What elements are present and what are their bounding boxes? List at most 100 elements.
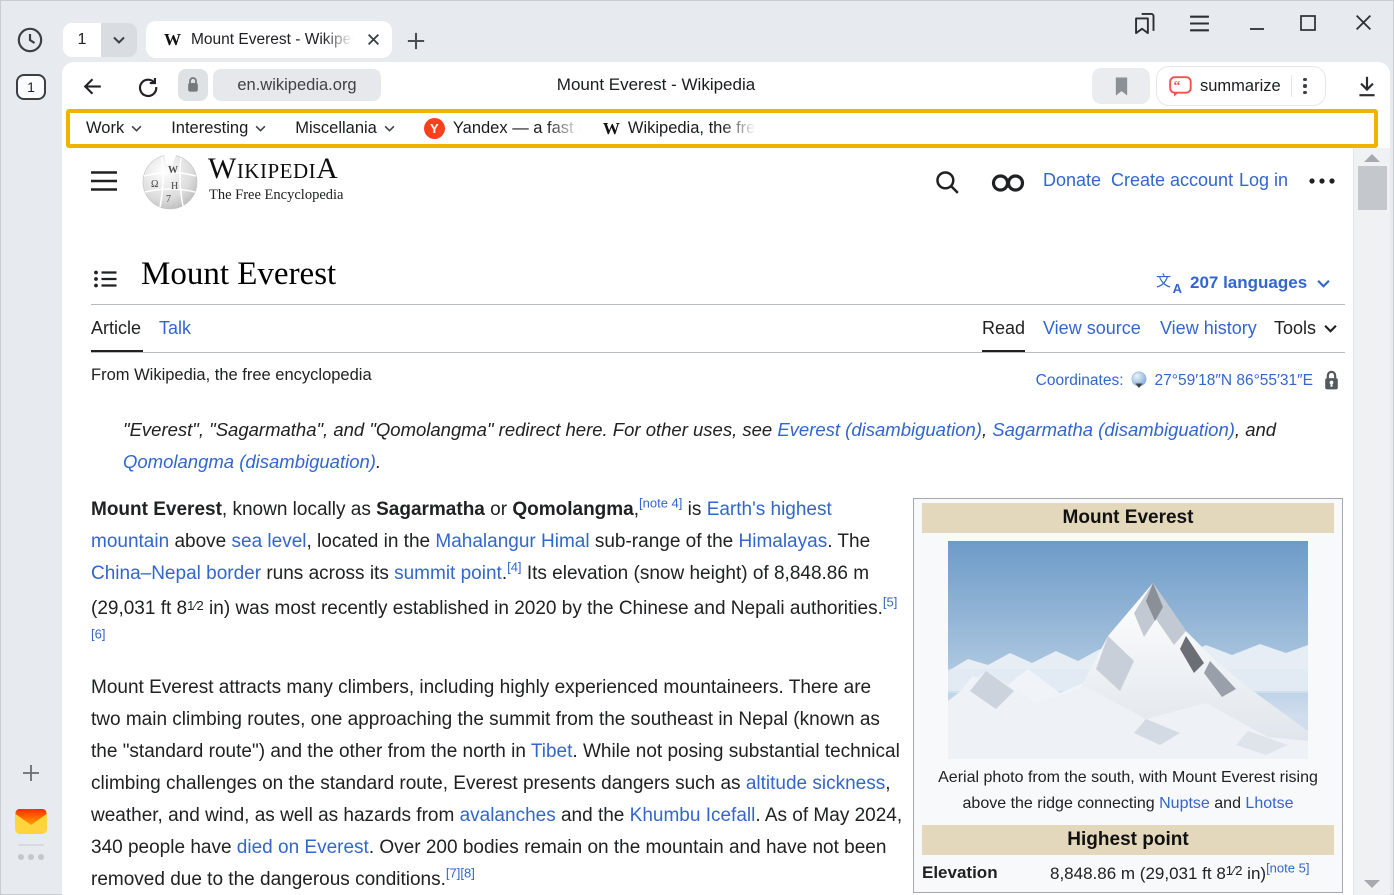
page-title: Mount Everest [141, 256, 336, 293]
inline-link[interactable]: sea level [232, 531, 307, 552]
site-security-lock-icon[interactable] [178, 69, 208, 101]
bookmarks-folder-miscellania[interactable]: Miscellania [295, 119, 395, 138]
coordinates-label[interactable]: Coordinates: [1036, 372, 1124, 390]
inline-link[interactable]: Sagarmatha (disambiguation) [992, 419, 1235, 440]
bookmark-page-button[interactable] [1092, 68, 1150, 104]
inline-link[interactable]: Lhotse [1245, 795, 1293, 812]
wikipedia-favicon: W [164, 30, 181, 50]
inline-link[interactable]: Nuptse [1159, 795, 1210, 812]
contents-icon[interactable] [93, 269, 117, 289]
sidebar-more-icon[interactable] [16, 854, 46, 860]
scrollbar-thumb[interactable] [1358, 166, 1387, 210]
bookmark-wikipedia[interactable]: W Wikipedia, the free [603, 119, 756, 139]
title-divider [91, 304, 1345, 305]
browser-tab[interactable]: W Mount Everest - Wikipedia [146, 21, 392, 58]
inline-link[interactable]: Mahalangur Himal [435, 531, 589, 552]
tools-label: Tools [1274, 318, 1316, 339]
reload-icon[interactable] [134, 73, 160, 99]
wikipedia-wordmark[interactable]: WikipediA [208, 152, 338, 186]
page-protection-lock-icon[interactable] [1323, 370, 1340, 391]
user-menu-ellipsis-icon[interactable] [1308, 177, 1338, 185]
create-account-link[interactable]: Create account [1111, 170, 1233, 191]
wikipedia-globe-logo[interactable]: W Ω H 7 [140, 151, 200, 211]
new-tab-button[interactable] [403, 28, 429, 54]
reference-link[interactable]: [note 4] [639, 496, 682, 511]
languages-selector[interactable]: 文A 207 languages [1156, 272, 1330, 294]
bookmarks-folder-interesting[interactable]: Interesting [171, 119, 266, 138]
inline-link[interactable]: Everest (disambiguation) [777, 419, 982, 440]
bookmarks-folder-work[interactable]: Work [86, 119, 142, 138]
tab-group-control[interactable]: 1 [63, 23, 137, 57]
infobox-title: Mount Everest [922, 503, 1334, 533]
tab-tools[interactable]: Tools [1274, 318, 1337, 339]
text-segment: , and [1235, 419, 1276, 440]
tab-view-source[interactable]: View source [1043, 318, 1141, 339]
back-icon[interactable] [80, 74, 105, 99]
text-segment: sub-range of the [590, 531, 739, 552]
bookmark-label: Wikipedia, the free [628, 119, 756, 138]
tab-view-history[interactable]: View history [1160, 318, 1257, 339]
infobox-section-highest-point: Highest point [922, 825, 1334, 855]
sidebar-tab-counter[interactable]: 1 [16, 74, 46, 100]
tab-group-chevron[interactable] [101, 23, 137, 57]
globe-icon[interactable] [1130, 371, 1149, 390]
bookmark-yandex[interactable]: Y Yandex — a fast In [424, 118, 581, 139]
infobox: Mount Everest [913, 498, 1343, 893]
bookmark-flag-icon [1113, 76, 1130, 97]
svg-text:H: H [171, 181, 178, 192]
search-icon[interactable] [934, 169, 960, 195]
inline-link[interactable]: avalanches [460, 805, 556, 826]
side-panels-icon[interactable] [1131, 10, 1158, 37]
donate-link[interactable]: Donate [1043, 170, 1101, 191]
yandex-mail-icon[interactable] [14, 806, 48, 836]
minimize-button[interactable] [1246, 12, 1268, 36]
chevron-down-icon [1317, 279, 1330, 288]
maximize-button[interactable] [1299, 14, 1317, 32]
text-segment: , [982, 419, 992, 440]
summarize-button[interactable]: “ summarize [1156, 66, 1326, 106]
page-scrollbar[interactable] [1353, 148, 1390, 895]
downloads-icon[interactable] [1354, 73, 1380, 99]
log-in-link[interactable]: Log in [1239, 170, 1288, 191]
close-button[interactable] [1354, 13, 1373, 32]
infinity-icon[interactable] [991, 173, 1025, 193]
text-segment: . The [827, 531, 870, 552]
svg-text:7: 7 [166, 194, 171, 205]
reference-link[interactable]: [4] [507, 560, 521, 575]
address-bar-title[interactable]: Mount Everest - Wikipedia [456, 75, 856, 95]
inline-link[interactable]: China–Nepal border [91, 563, 261, 584]
translate-icon: 文A [1156, 272, 1182, 294]
inline-link[interactable]: summit point [394, 563, 502, 584]
paragraph-1: Mount Everest, known locally as Sagarmat… [91, 494, 905, 657]
bookmarks-bar-highlighted: Work Interesting Miscellania Y Yandex — … [66, 109, 1378, 148]
text-segment: . [376, 451, 381, 472]
inline-link[interactable]: Tibet [531, 741, 573, 762]
tab-close-icon[interactable] [367, 33, 380, 46]
chevron-down-icon [384, 125, 395, 132]
tab-group-count[interactable]: 1 [63, 23, 101, 57]
text-segment: runs across its [261, 563, 394, 584]
inline-link[interactable]: died on Everest [237, 837, 369, 858]
coordinates: Coordinates: 27°59′18″N 86°55′31″E [1036, 370, 1340, 391]
tab-talk[interactable]: Talk [159, 318, 191, 339]
reference-link[interactable]: [note 5] [1266, 860, 1309, 875]
tab-article[interactable]: Article [91, 318, 141, 339]
inline-link[interactable]: altitude sickness [746, 773, 885, 794]
summarize-quote-icon: “ [1169, 76, 1192, 97]
scroll-down-icon[interactable] [1363, 879, 1381, 889]
reference-link[interactable]: [7][8] [446, 866, 475, 881]
everest-photo[interactable] [948, 541, 1308, 759]
history-clock-icon[interactable] [17, 27, 43, 53]
coordinates-value[interactable]: 27°59′18″N 86°55′31″E [1155, 372, 1313, 390]
inline-link[interactable]: Qomolangma (disambiguation) [123, 451, 376, 472]
sidebar-add-icon[interactable] [20, 762, 42, 784]
url-domain-chip[interactable]: en.wikipedia.org [213, 69, 381, 101]
tab-read[interactable]: Read [982, 318, 1025, 339]
summarize-menu-icon[interactable] [1303, 78, 1307, 95]
scroll-up-icon[interactable] [1363, 153, 1381, 163]
inline-link[interactable]: Khumbu Icefall [630, 805, 756, 826]
wikipedia-tagline: The Free Encyclopedia [209, 187, 343, 204]
inline-link[interactable]: Himalayas [739, 531, 828, 552]
wiki-menu-icon[interactable] [90, 168, 118, 194]
browser-menu-icon[interactable] [1188, 13, 1211, 34]
